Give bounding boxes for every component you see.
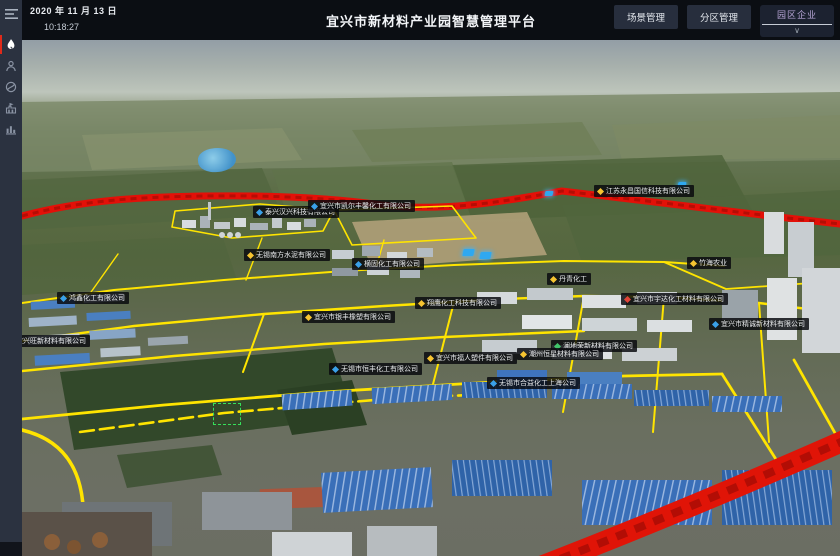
company-label-text: 宜兴市凯尔丰馨化工有限公司	[320, 203, 411, 210]
header-actions: 场景管理分区管理 园区企业 ∨	[614, 5, 834, 37]
company-marker-icon	[712, 320, 719, 327]
company-label[interactable]: 丹青化工	[547, 273, 591, 285]
company-label-text: 翔鹰化工科技有限公司	[427, 300, 497, 307]
company-label[interactable]: 鸿鑫化工有限公司	[57, 292, 129, 304]
company-marker-icon	[60, 294, 67, 301]
company-label-text: 宜兴市银丰橡塑有限公司	[314, 314, 391, 321]
company-marker-icon	[550, 275, 557, 282]
company-label[interactable]: 宜兴市凯尔丰馨化工有限公司	[308, 200, 415, 212]
datetime-block: 2020 年 11 月 13 日 10:18:27	[30, 4, 117, 32]
header-button-0[interactable]: 分区管理	[687, 5, 751, 29]
company-marker-icon	[597, 187, 604, 194]
company-label[interactable]: 江苏永昌国信科技有限公司	[594, 185, 694, 197]
company-marker-icon	[332, 365, 339, 372]
globe-icon[interactable]	[0, 76, 22, 97]
company-label[interactable]: 潮州恒星材料有限公司	[517, 348, 603, 360]
company-label[interactable]: 宜兴旺新材料有限公司	[22, 335, 90, 347]
company-marker-icon	[690, 259, 697, 266]
vehicle-marker[interactable]	[479, 252, 491, 259]
company-label-text: 丹青化工	[559, 276, 587, 283]
selection-box	[213, 403, 241, 425]
company-marker-icon	[311, 202, 318, 209]
map-3d-viewport[interactable]: 鸿鑫化工有限公司宜兴旺新材料有限公司泰兴汉兴科技有限公司宜兴市凯尔丰馨化工有限公…	[22, 40, 840, 556]
company-marker-icon	[427, 354, 434, 361]
company-marker-icon	[256, 208, 263, 215]
company-label[interactable]: 宜兴市宇达化工材料有限公司	[621, 293, 728, 305]
company-label[interactable]: 无锡南方水泥有限公司	[244, 249, 330, 261]
page-title: 宜兴市新材料产业园智慧管理平台	[326, 11, 536, 30]
sidebar	[0, 0, 22, 556]
company-label[interactable]: 宜兴市福人塑件有限公司	[424, 352, 517, 364]
enterprise-dropdown-label: 园区企业	[760, 8, 834, 24]
company-label-text: 无锡市合益化工上海公司	[499, 380, 576, 387]
company-marker-icon	[520, 350, 527, 357]
company-marker-icon	[355, 260, 362, 267]
company-label-text: 横固化工有限公司	[364, 261, 420, 268]
company-marker-icon	[490, 379, 497, 386]
company-marker-icon	[624, 295, 631, 302]
vehicle-marker[interactable]	[462, 249, 474, 256]
company-label[interactable]: 无锡市合益化工上海公司	[487, 377, 580, 389]
company-label-text: 宜兴市福人塑件有限公司	[436, 355, 513, 362]
company-label-text: 竹海农业	[699, 260, 727, 267]
company-marker-icon	[247, 251, 254, 258]
chevron-down-icon: ∨	[760, 25, 834, 35]
company-label-text: 无锡南方水泥有限公司	[256, 252, 326, 259]
menu-icon[interactable]	[0, 4, 22, 25]
company-label[interactable]: 横固化工有限公司	[352, 258, 424, 270]
enterprise-dropdown[interactable]: 园区企业 ∨	[760, 5, 834, 37]
company-label-text: 潮州恒星材料有限公司	[529, 351, 599, 358]
company-label-text: 宜兴市精诚新材料有限公司	[721, 321, 805, 328]
company-marker-icon	[305, 313, 312, 320]
flame-icon[interactable]	[0, 34, 22, 55]
company-label[interactable]: 宜兴市银丰橡塑有限公司	[302, 311, 395, 323]
company-label-text: 宜兴旺新材料有限公司	[22, 338, 86, 345]
company-label[interactable]: 无锡市恒丰化工有限公司	[329, 363, 422, 375]
company-label-text: 江苏永昌国信科技有限公司	[606, 188, 690, 195]
company-label[interactable]: 宜兴市精诚新材料有限公司	[709, 318, 809, 330]
company-label[interactable]: 竹海农业	[687, 257, 731, 269]
header-bar: 2020 年 11 月 13 日 10:18:27 宜兴市新材料产业园智慧管理平…	[22, 0, 840, 40]
company-label-text: 宜兴市宇达化工材料有限公司	[633, 296, 724, 303]
bar-chart-icon[interactable]	[0, 118, 22, 139]
app-window: 2020 年 11 月 13 日 10:18:27 宜兴市新材料产业园智慧管理平…	[0, 0, 840, 556]
person-icon[interactable]	[0, 55, 22, 76]
company-label[interactable]: 翔鹰化工科技有限公司	[415, 297, 501, 309]
company-marker-icon	[418, 299, 425, 306]
vehicle-marker[interactable]	[544, 191, 553, 196]
map-label-layer: 鸿鑫化工有限公司宜兴旺新材料有限公司泰兴汉兴科技有限公司宜兴市凯尔丰馨化工有限公…	[22, 40, 840, 556]
company-label-text: 无锡市恒丰化工有限公司	[341, 366, 418, 373]
header-button-1[interactable]: 场景管理	[614, 5, 678, 29]
company-label-text: 鸿鑫化工有限公司	[69, 295, 125, 302]
factory-icon[interactable]	[0, 97, 22, 118]
sidebar-footer	[0, 542, 22, 556]
current-date: 2020 年 11 月 13 日	[30, 4, 117, 17]
current-time: 10:18:27	[44, 22, 117, 32]
